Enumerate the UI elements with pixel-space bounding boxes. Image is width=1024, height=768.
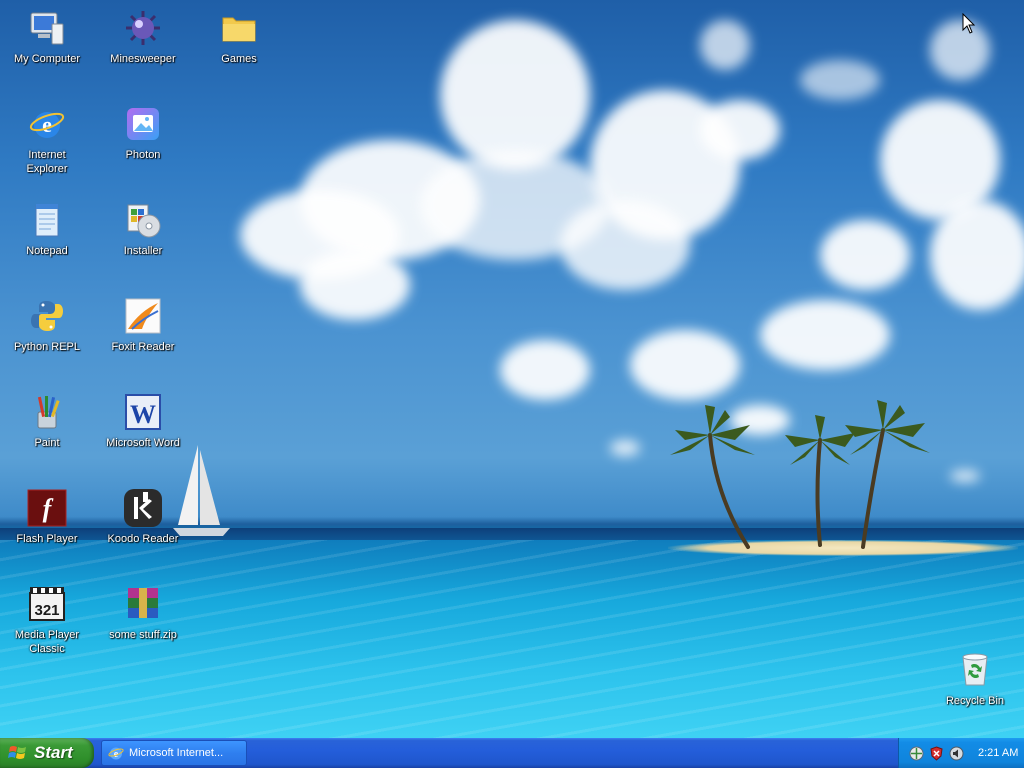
- folder-icon: [219, 8, 259, 48]
- desktop-icon-installer[interactable]: Installer: [101, 200, 185, 258]
- media-player-classic-icon: 321: [27, 584, 67, 624]
- desktop-icon-my-computer[interactable]: My Computer: [5, 8, 89, 66]
- koodo-reader-icon: [123, 488, 163, 528]
- flash-player-icon: f: [27, 488, 67, 528]
- desktop-icon-recycle-bin[interactable]: Recycle Bin: [933, 650, 1017, 708]
- desktop-icon-minesweeper[interactable]: Minesweeper: [101, 8, 185, 66]
- desktop-icon-paint[interactable]: Paint: [5, 392, 89, 450]
- start-label: Start: [34, 743, 73, 762]
- start-button[interactable]: Start: [0, 738, 94, 768]
- desktop[interactable]: My Computer e Internet Explorer Notepad: [0, 0, 1024, 738]
- word-icon: W: [123, 392, 163, 432]
- desktop-icon-koodo-reader[interactable]: Koodo Reader: [101, 488, 185, 546]
- minesweeper-icon: [123, 8, 163, 48]
- windows-logo-icon: [8, 746, 26, 759]
- mouse-cursor-icon: [962, 13, 976, 34]
- installer-icon: [123, 200, 163, 240]
- svg-text:W: W: [130, 400, 156, 429]
- recycle-bin-icon: [955, 650, 995, 690]
- desktop-icon-media-player-classic[interactable]: 321 Media Player Classic: [5, 584, 89, 656]
- volume-icon[interactable]: [949, 746, 964, 761]
- python-icon: [27, 296, 67, 336]
- clock[interactable]: 2:21 AM: [978, 747, 1018, 759]
- winrar-archive-icon: [123, 584, 163, 624]
- svg-text:321: 321: [34, 602, 59, 619]
- taskbar-button-label: Microsoft Internet...: [129, 747, 224, 759]
- foxit-reader-icon: [123, 296, 163, 336]
- desktop-icon-microsoft-word[interactable]: W Microsoft Word: [101, 392, 185, 450]
- network-icon[interactable]: [909, 746, 924, 761]
- desktop-icon-some-stuff-zip[interactable]: some stuff.zip: [101, 584, 185, 642]
- taskbar: Start e Microsoft Internet... 2:21 AM: [0, 738, 1024, 768]
- desktop-icon-games[interactable]: Games: [197, 8, 281, 66]
- my-computer-icon: [27, 8, 67, 48]
- photon-icon: [123, 104, 163, 144]
- taskbar-button-internet-explorer[interactable]: e Microsoft Internet...: [101, 740, 247, 766]
- system-tray: 2:21 AM: [898, 738, 1024, 768]
- desktop-icon-foxit-reader[interactable]: Foxit Reader: [101, 296, 185, 354]
- desktop-icon-photon[interactable]: Photon: [101, 104, 185, 162]
- desktop-icon-python-repl[interactable]: Python REPL: [5, 296, 89, 354]
- desktop-icon-internet-explorer[interactable]: e Internet Explorer: [5, 104, 89, 176]
- internet-explorer-icon: e: [108, 747, 124, 760]
- desktop-icon-notepad[interactable]: Notepad: [5, 200, 89, 258]
- paint-icon: [27, 392, 67, 432]
- internet-explorer-icon: e: [27, 104, 67, 144]
- desktop-icon-flash-player[interactable]: f Flash Player: [5, 488, 89, 546]
- security-shield-icon[interactable]: [929, 745, 944, 761]
- notepad-icon: [27, 200, 67, 240]
